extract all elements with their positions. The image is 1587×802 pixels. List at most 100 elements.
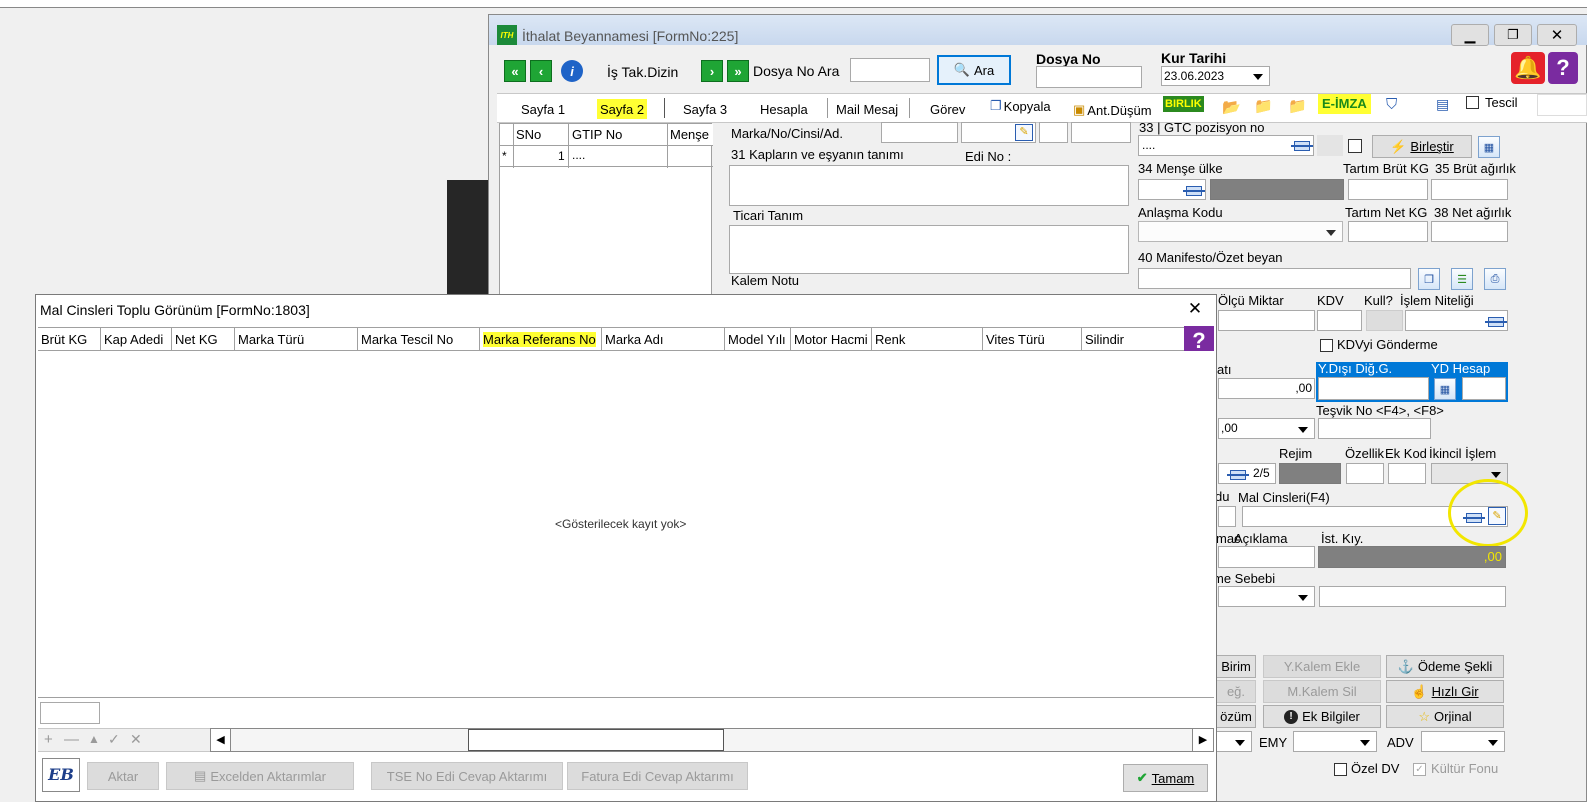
hizli-gir-button[interactable]: ☝ Hızlı Gir	[1386, 680, 1504, 703]
yd-hesap-input[interactable]	[1462, 377, 1506, 400]
help-icon[interactable]: ?	[1548, 52, 1578, 84]
calculator-icon[interactable]: ▦	[1478, 136, 1500, 158]
manifesto-doc-icon[interactable]: ⎙	[1484, 268, 1506, 290]
ara-button[interactable]: 🔍 Ara	[937, 55, 1011, 85]
kaplar-textarea[interactable]	[729, 165, 1129, 206]
kdv-input[interactable]	[1317, 310, 1362, 331]
du-input[interactable]	[1218, 506, 1236, 527]
col-silindir[interactable]: Silindir	[1082, 328, 1184, 352]
birlik-badge[interactable]: BIRLIK	[1163, 96, 1204, 112]
birim-button[interactable]: Birim	[1216, 655, 1256, 678]
net-agirlik-input[interactable]	[1431, 221, 1508, 242]
notification-bell-icon[interactable]: 🔔	[1511, 52, 1545, 84]
islem-lookup-icon[interactable]	[1485, 315, 1507, 330]
prev-record-icon[interactable]: ‹	[530, 60, 552, 82]
col-net-kg[interactable]: Net KG	[172, 328, 235, 352]
col-model-yili[interactable]: Model Yılı	[725, 328, 791, 352]
tab-sayfa1[interactable]: Sayfa 1	[521, 97, 565, 121]
aktar-button[interactable]: Aktar	[87, 762, 159, 790]
val00b-select[interactable]: ,00	[1218, 418, 1315, 439]
odeme-sekli-button[interactable]: ⚓ Ödeme Şekli	[1386, 655, 1504, 678]
dosya-no-input[interactable]	[1036, 66, 1142, 88]
shield-icon[interactable]: ⛉	[1386, 96, 1397, 113]
excelden-aktarimlar-button[interactable]: ▤ Excelden Aktarımlar	[166, 762, 354, 790]
gtc-checkbox[interactable]	[1348, 139, 1362, 153]
m-kalem-sil-button[interactable]: M.Kalem Sil	[1263, 680, 1381, 703]
brut-agirlik-input[interactable]	[1431, 179, 1508, 200]
adv-select[interactable]	[1421, 731, 1505, 752]
me-sebebi-input[interactable]	[1319, 586, 1506, 607]
col-motor-hacmi[interactable]: Motor Hacmi	[791, 328, 872, 352]
tab-hesapla[interactable]: Hesapla	[760, 97, 808, 121]
ati-input[interactable]: ,00	[1218, 378, 1315, 399]
manifesto-list-icon[interactable]: ☰	[1451, 268, 1473, 290]
table-row[interactable]: * 1 ....	[500, 146, 713, 167]
kur-tarihi-select[interactable]: 23.06.2023	[1161, 66, 1270, 86]
last-record-icon[interactable]: »	[727, 60, 749, 82]
tab-gorev[interactable]: Görev	[930, 97, 965, 121]
tse-edi-button[interactable]: TSE No Edi Cevap Aktarımı	[371, 762, 563, 790]
col-marka-referans-no[interactable]: Marka Referans No	[480, 328, 602, 352]
marka-no-input4[interactable]	[1071, 122, 1131, 143]
tescil-checkbox[interactable]	[1466, 96, 1479, 109]
folder-open-icon[interactable]: 📂	[1222, 98, 1241, 116]
first-record-icon[interactable]: «	[504, 60, 526, 82]
col-marka-turu[interactable]: Marka Türü	[235, 328, 358, 352]
e-imza-badge[interactable]: E-İMZA	[1318, 94, 1371, 114]
nav-remove-icon[interactable]: —	[64, 731, 79, 748]
dialog-close-icon[interactable]: ✕	[1184, 298, 1206, 320]
ozel-dv-checkbox[interactable]	[1334, 763, 1347, 776]
mense-lookup-icon[interactable]	[1183, 184, 1205, 199]
tab-sayfa3[interactable]: Sayfa 3	[683, 97, 727, 121]
ydisi-input[interactable]	[1318, 377, 1429, 400]
info-icon[interactable]: i	[561, 60, 583, 82]
folder-up-icon[interactable]: 📁	[1254, 97, 1273, 115]
y-kalem-ekle-button[interactable]: Y.Kalem Ekle	[1263, 655, 1381, 678]
gtc-lookup-icon[interactable]	[1291, 139, 1313, 154]
kdvyi-gonderme-checkbox[interactable]	[1320, 339, 1333, 352]
tartim-brut-input[interactable]	[1348, 179, 1428, 200]
nav-add-icon[interactable]: +	[44, 731, 53, 748]
fatura-edi-button[interactable]: Fatura Edi Cevap Aktarımı	[567, 762, 748, 790]
col-brut-kg[interactable]: Brüt KG	[38, 328, 101, 352]
col-kap-adedi[interactable]: Kap Adedi	[101, 328, 172, 352]
col-marka-adi[interactable]: Marka Adı	[602, 328, 725, 352]
birlestir-button[interactable]: ⚡ Birleştir	[1372, 135, 1472, 158]
manifesto-input[interactable]	[1138, 268, 1411, 289]
is-tak-dizin-label[interactable]: İş Tak.Dizin	[607, 64, 678, 80]
tesvik-no-input[interactable]	[1318, 418, 1431, 439]
tab-sayfa2[interactable]: Sayfa 2	[597, 99, 648, 119]
nav-up-icon[interactable]: ▲	[88, 732, 100, 746]
close-window-button[interactable]: ✕	[1537, 24, 1577, 46]
manifesto-copy-icon[interactable]: ❐	[1418, 268, 1440, 290]
next-record-icon[interactable]: ›	[701, 60, 723, 82]
ek-kod-input[interactable]	[1388, 463, 1426, 484]
dialog-footer-input[interactable]	[40, 702, 100, 724]
tamam-button[interactable]: ✔ Tamam	[1123, 764, 1208, 792]
tescil-input[interactable]	[1537, 94, 1587, 116]
tab-kopyala[interactable]: ❐ Kopyala	[990, 94, 1051, 118]
aciklama-input[interactable]	[1218, 546, 1315, 568]
maximize-button[interactable]: ❐	[1494, 24, 1532, 46]
tartim-net-input[interactable]	[1348, 221, 1428, 242]
col-marka-tescil-no[interactable]: Marka Tescil No	[358, 328, 480, 352]
minimize-button[interactable]: ▁	[1451, 24, 1489, 46]
tab-ant-dusum[interactable]: ▣ Ant.Düşüm	[1073, 98, 1152, 122]
edit-icon[interactable]: ✎	[1015, 124, 1033, 141]
olcu-miktar-input[interactable]	[1218, 310, 1315, 331]
marka-no-input1[interactable]	[881, 122, 958, 143]
rejim-lookup-icon[interactable]	[1227, 468, 1249, 483]
deg-button[interactable]: eğ.	[1216, 680, 1256, 703]
anlasma-kodu-select[interactable]	[1138, 221, 1343, 242]
nav-check-icon[interactable]: ✓	[108, 731, 120, 748]
ticari-tanim-textarea[interactable]	[729, 225, 1129, 274]
col-renk[interactable]: Renk	[872, 328, 983, 352]
gtc-input[interactable]: ....	[1138, 135, 1314, 156]
ydisi-calc-icon[interactable]: ▦	[1434, 378, 1456, 400]
ek-bilgiler-button[interactable]: ! Ek Bilgiler	[1263, 705, 1381, 728]
report-icon[interactable]: ▤	[1436, 96, 1449, 113]
folder-export-icon[interactable]: 📁	[1288, 97, 1307, 115]
nav-cancel-icon[interactable]: ✕	[130, 731, 142, 748]
dosya-no-ara-input[interactable]	[850, 58, 930, 82]
marka-no-input3[interactable]	[1039, 122, 1068, 143]
